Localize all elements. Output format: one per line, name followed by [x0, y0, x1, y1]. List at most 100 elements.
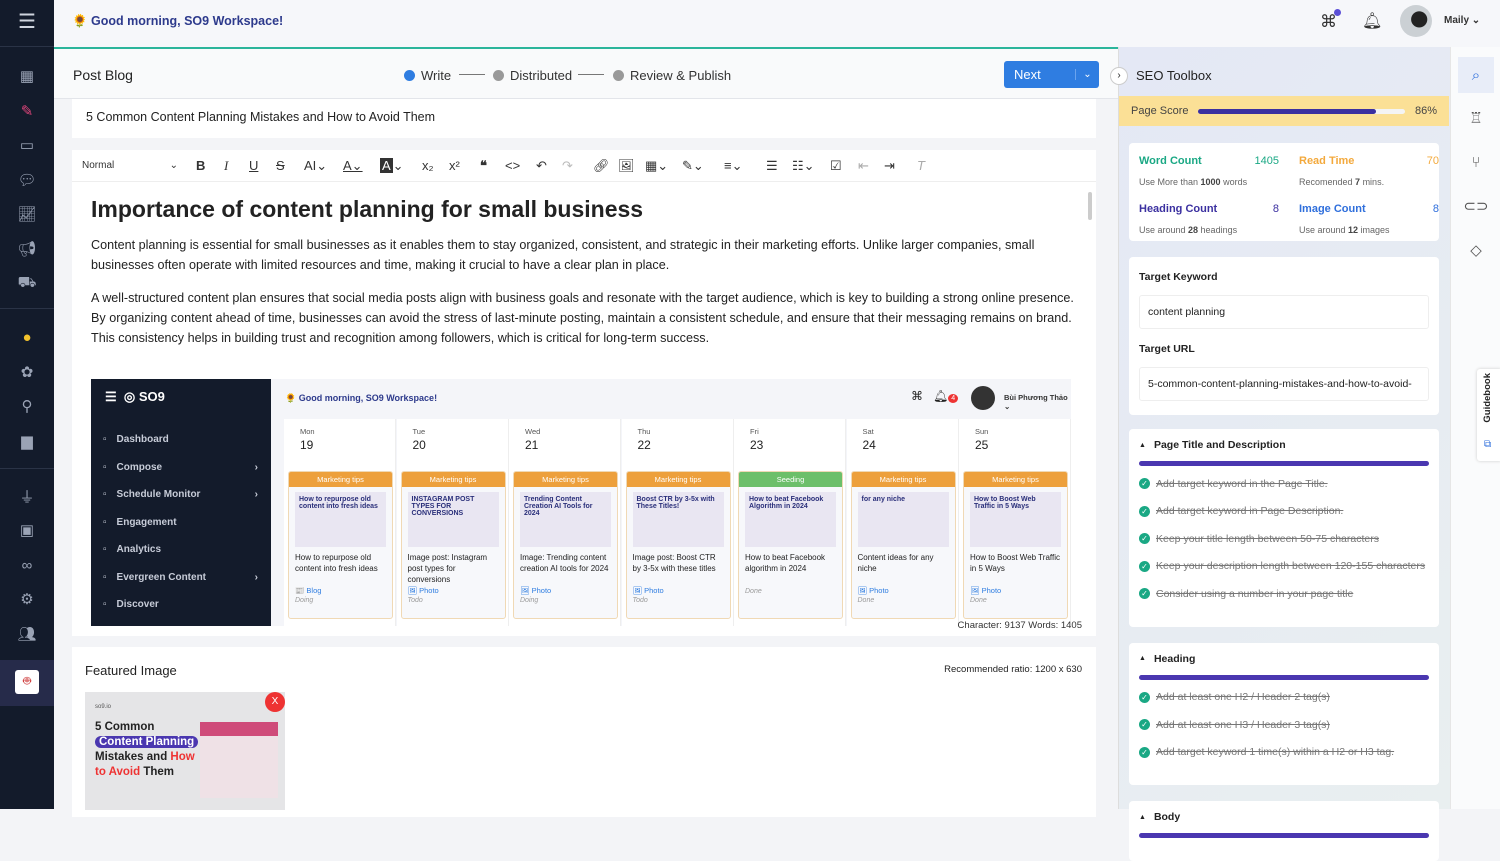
- redo-icon[interactable]: ↷: [562, 158, 573, 174]
- embedded-greeting: 🌻 Good morning, SO9 Workspace!: [285, 393, 438, 403]
- left-sidebar: ☰ ▦ ✎ ▭ 💬︎ 📈︎ 📢︎ ⛟ ● ✿ ⚲ ▆ ⏚ ▣ ∞ ⚙ 👥︎ 🤖︎: [0, 0, 54, 809]
- strikethrough-icon[interactable]: S: [276, 158, 285, 173]
- style-select[interactable]: Normal ⌄: [82, 160, 178, 171]
- numbered-list-icon[interactable]: ☷⌄: [792, 158, 815, 174]
- post-title: Image post: Instagram post types for con…: [407, 553, 488, 584]
- check-icon: ✓: [1139, 478, 1150, 490]
- outdent-icon[interactable]: ⇤: [858, 158, 869, 174]
- wallet-icon[interactable]: ▣: [0, 513, 54, 547]
- plugin-icon[interactable]: ⏚: [0, 479, 54, 513]
- quote-icon[interactable]: ❝: [480, 158, 487, 174]
- dashboard-icon[interactable]: ▦: [0, 59, 54, 93]
- font-color-icon[interactable]: A⌄: [343, 158, 363, 174]
- link-icon[interactable]: 🔗︎: [593, 158, 610, 174]
- subscript-icon[interactable]: x₂: [422, 158, 434, 173]
- target-card: Target Keyword content planning Target U…: [1129, 257, 1439, 415]
- vr-icon[interactable]: ⊂⊃: [1451, 188, 1500, 224]
- post-type: 🖼 Photo: [632, 586, 664, 595]
- step-distributed[interactable]: Distributed: [493, 68, 572, 83]
- undo-icon[interactable]: ↶: [536, 158, 547, 174]
- page-score: Page Score 86%: [1119, 96, 1449, 126]
- background-color-icon[interactable]: A ⌄: [380, 158, 404, 174]
- section-header[interactable]: ▲ Page Title and Description: [1139, 439, 1429, 451]
- target-keyword-label: Target Keyword: [1139, 271, 1218, 283]
- align-icon[interactable]: ≡⌄: [724, 158, 742, 174]
- table-icon[interactable]: ▦⌄: [645, 158, 668, 174]
- branch-icon[interactable]: ⑂: [1451, 144, 1500, 180]
- target-keyword-input[interactable]: content planning: [1139, 295, 1429, 329]
- link-icon[interactable]: ∞: [0, 548, 54, 582]
- post-thumbnail: Boost CTR by 3-5x with These Titles!: [632, 492, 724, 547]
- robot-icon[interactable]: ♖: [1451, 100, 1500, 136]
- users-icon[interactable]: 👥︎: [0, 617, 54, 651]
- post-card[interactable]: Marketing tips How to repurpose old conte…: [288, 471, 393, 619]
- step-review-publish[interactable]: Review & Publish: [613, 68, 731, 83]
- collapse-panel-button[interactable]: ›: [1110, 67, 1128, 85]
- metric-heading-count: Heading Count 8 Use around 28 headings: [1139, 203, 1279, 235]
- greeting: 🌻 Good morning, SO9 Workspace!: [72, 14, 284, 28]
- checklist-icon[interactable]: ☑: [830, 158, 842, 174]
- avatar[interactable]: [1400, 5, 1432, 37]
- calendar-day: Wed 21 Marketing tips Trending Content Crea…: [509, 419, 621, 626]
- menu-icon[interactable]: ☰: [0, 4, 54, 38]
- step-write[interactable]: Write: [404, 68, 451, 83]
- target-url-input[interactable]: 5-common-content-planning-mistakes-and-h…: [1139, 367, 1429, 401]
- post-card[interactable]: Marketing tips INSTAGRAM POST TYPES FOR C…: [400, 471, 506, 619]
- coin-icon[interactable]: ●: [0, 320, 54, 354]
- indent-icon[interactable]: ⇥: [884, 158, 895, 174]
- editor-content[interactable]: Importance of content planning for small…: [72, 182, 1096, 348]
- checklist-item: ✓ Add at least one H3 / Header 3 tag(s): [1139, 711, 1429, 739]
- featured-image[interactable]: so9.io 5 Common Content Planning Mistake…: [85, 692, 285, 810]
- chat-search-icon[interactable]: ⌕: [1458, 57, 1494, 93]
- highlight-icon[interactable]: ✎⌄: [682, 158, 704, 174]
- engagement-icon[interactable]: 💬︎: [0, 163, 54, 197]
- avatar-robot-icon[interactable]: 🤖︎: [0, 665, 54, 699]
- superscript-icon[interactable]: x²: [449, 158, 460, 173]
- page-title: Post Blog: [73, 67, 133, 83]
- seo-section: ▲ Heading ✓ Add at least one H2 / Header 2 …: [1129, 642, 1439, 785]
- metric-word-count: Word Count 1405 Use More than 1000 words: [1139, 155, 1279, 187]
- section-header[interactable]: ▲ Heading: [1139, 653, 1429, 665]
- clear-format-icon[interactable]: T: [917, 158, 925, 173]
- code-icon[interactable]: <>: [505, 158, 520, 173]
- image-upload-icon[interactable]: 🖼︎: [618, 158, 635, 174]
- post-card[interactable]: Marketing tips for any niche Content ideas…: [850, 471, 956, 619]
- post-card[interactable]: Marketing tips Trending Content Creation …: [513, 471, 618, 619]
- bold-icon[interactable]: B: [196, 158, 205, 173]
- metric-image-count: Image Count 8 Use around 12 images: [1299, 203, 1439, 235]
- user-menu[interactable]: Maily ⌄: [1444, 15, 1480, 26]
- bulb-icon[interactable]: ⚲: [0, 389, 54, 423]
- schedule-icon[interactable]: ▭: [0, 128, 54, 162]
- calendar-day: Sun 25 Marketing tips How to Boost Web Traf…: [959, 419, 1071, 626]
- font-size-icon[interactable]: AI⌄: [304, 158, 327, 174]
- post-status: Doing: [520, 597, 539, 604]
- editor-scrollbar[interactable]: [1088, 192, 1092, 220]
- check-icon: ✓: [1139, 588, 1150, 600]
- chevron-down-icon[interactable]: ⌄: [1075, 69, 1099, 80]
- bell-icon[interactable]: 🔔︎: [1362, 11, 1382, 31]
- next-button[interactable]: Next ⌄: [1004, 61, 1099, 88]
- post-card[interactable]: Marketing tips Boost CTR by 3-5x with The…: [625, 471, 731, 619]
- post-card[interactable]: Seeding How to beat Facebook Algorithm in…: [738, 471, 843, 619]
- post-title-input[interactable]: 5 Common Content Planning Mistakes and H…: [72, 99, 1096, 138]
- settings-icon[interactable]: ⚙: [0, 582, 54, 616]
- italic-icon[interactable]: I: [224, 158, 228, 174]
- compose-icon[interactable]: ✎: [0, 94, 54, 128]
- discover-icon[interactable]: ⛟: [0, 266, 54, 300]
- megaphone-icon[interactable]: 📢︎: [0, 232, 54, 266]
- post-type: 🖼 Photo: [857, 586, 889, 595]
- plant-icon[interactable]: ✿: [0, 355, 54, 389]
- analytics-icon[interactable]: 📈︎: [0, 197, 54, 231]
- post-thumbnail: for any niche: [857, 492, 949, 547]
- remove-image-button[interactable]: X: [265, 692, 285, 712]
- guidebook-tab[interactable]: Guidebook ⧉: [1477, 369, 1500, 461]
- tag-icon[interactable]: ◇: [1451, 232, 1500, 268]
- post-tag: Marketing tips: [514, 472, 617, 487]
- folder-icon[interactable]: ▆: [0, 424, 54, 458]
- underline-icon[interactable]: U: [249, 158, 258, 173]
- user-name: Maily: [1444, 15, 1470, 26]
- post-card[interactable]: Marketing tips How to Boost Web Traffic i…: [963, 471, 1068, 619]
- bullet-list-icon[interactable]: ☰: [766, 158, 778, 174]
- apps-icon[interactable]: ⌘: [1320, 9, 1341, 32]
- section-header[interactable]: ▲ Body: [1139, 811, 1429, 823]
